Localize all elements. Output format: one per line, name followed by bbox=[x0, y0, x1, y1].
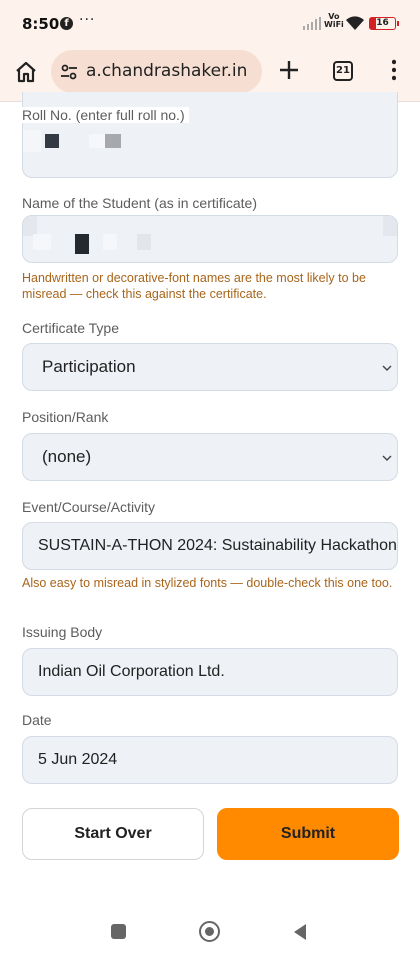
chevron-down-icon bbox=[382, 365, 392, 371]
tab-count: 21 bbox=[336, 65, 350, 76]
redaction-block bbox=[89, 134, 105, 148]
back-icon[interactable] bbox=[292, 923, 308, 941]
date-value: 5 Jun 2024 bbox=[38, 751, 118, 768]
redaction-block bbox=[23, 216, 37, 236]
redaction-block bbox=[137, 234, 151, 250]
url-text: a.chandrashaker.in bbox=[86, 61, 248, 81]
clock: 8:50 bbox=[22, 15, 60, 33]
chevron-down-icon bbox=[382, 455, 392, 461]
more-notifications-icon: ··· bbox=[79, 12, 96, 28]
new-tab-plus-icon[interactable] bbox=[278, 59, 300, 81]
event-value: SUSTAIN-A-THON 2024: Sustainability Hack… bbox=[38, 537, 397, 554]
redaction-block bbox=[75, 234, 89, 254]
position-rank-label: Position/Rank bbox=[22, 409, 109, 425]
certificate-type-label: Certificate Type bbox=[22, 320, 120, 336]
start-over-button[interactable]: Start Over bbox=[22, 808, 204, 860]
system-nav-bar bbox=[0, 900, 420, 957]
certificate-type-select[interactable]: Participation bbox=[22, 343, 398, 391]
address-bar[interactable]: a.chandrashaker.in bbox=[51, 50, 262, 93]
battery-icon: 16 bbox=[369, 17, 399, 30]
student-name-label: Name of the Student (as in certificate) bbox=[22, 195, 257, 211]
student-name-input[interactable] bbox=[22, 215, 398, 263]
position-rank-select[interactable]: (none) bbox=[22, 433, 398, 481]
more-menu-icon[interactable] bbox=[392, 59, 396, 81]
roll-no-input[interactable] bbox=[22, 92, 398, 178]
issuing-body-value: Indian Oil Corporation Ltd. bbox=[38, 663, 225, 680]
home-nav-icon[interactable] bbox=[199, 921, 220, 942]
certificate-form: Roll No. (enter full roll no.) Name of t… bbox=[0, 92, 420, 892]
tab-switcher-icon[interactable]: 21 bbox=[333, 61, 353, 81]
date-input[interactable]: 5 Jun 2024 bbox=[22, 736, 398, 784]
issuing-body-input[interactable]: Indian Oil Corporation Ltd. bbox=[22, 648, 398, 696]
redaction-block bbox=[23, 130, 41, 152]
student-name-hint: Handwritten or decorative-font names are… bbox=[22, 271, 366, 301]
event-hint: Also easy to misread in stylized fonts —… bbox=[22, 576, 393, 590]
issuing-body-label: Issuing Body bbox=[22, 624, 103, 640]
submit-button[interactable]: Submit bbox=[217, 808, 399, 860]
wifi-icon bbox=[346, 16, 364, 30]
redaction-block bbox=[105, 134, 121, 148]
vowifi-indicator: Vo WiFi bbox=[324, 13, 344, 29]
recent-apps-icon[interactable] bbox=[111, 924, 126, 939]
battery-level: 16 bbox=[376, 18, 389, 28]
position-rank-value: (none) bbox=[42, 447, 92, 466]
event-label: Event/Course/Activity bbox=[22, 499, 156, 515]
redaction-block bbox=[45, 134, 59, 148]
status-bar: 8:50 f ··· Vo WiFi 16 bbox=[0, 0, 420, 46]
date-label: Date bbox=[22, 712, 52, 728]
facebook-icon: f bbox=[60, 17, 73, 30]
roll-no-label: Roll No. (enter full roll no.) bbox=[22, 107, 189, 123]
signal-icon bbox=[303, 17, 321, 30]
event-input[interactable]: SUSTAIN-A-THON 2024: Sustainability Hack… bbox=[22, 522, 398, 570]
redaction-block bbox=[383, 216, 397, 236]
site-settings-icon[interactable] bbox=[60, 63, 78, 81]
redaction-block bbox=[103, 234, 117, 250]
certificate-type-value: Participation bbox=[42, 357, 136, 376]
redaction-block bbox=[33, 234, 51, 250]
home-icon[interactable] bbox=[14, 60, 38, 84]
vowifi-bottom: WiFi bbox=[324, 20, 344, 29]
